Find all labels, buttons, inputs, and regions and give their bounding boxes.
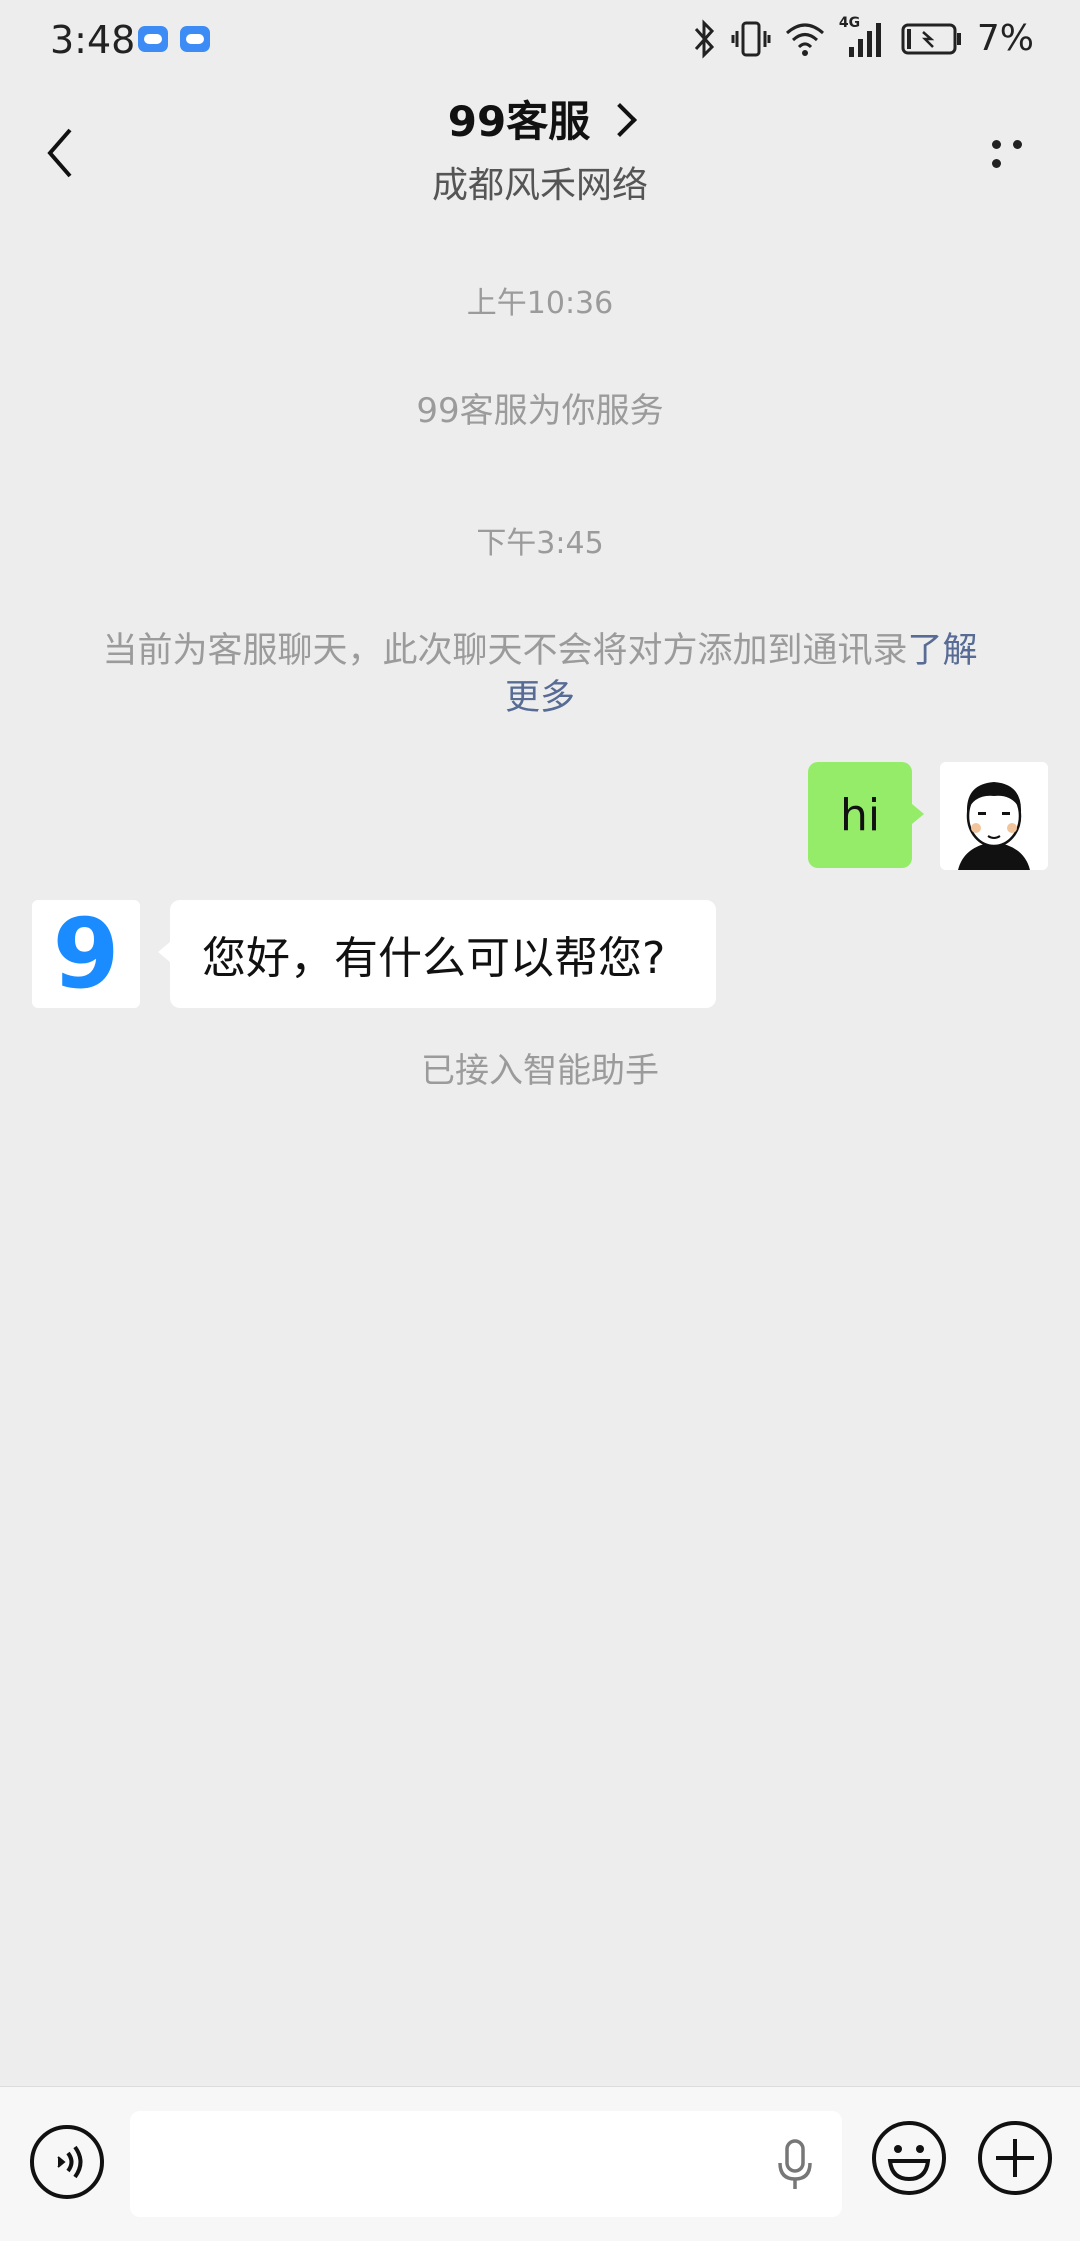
notice-text: 当前为客服聊天，此次聊天不会将对方添加到通讯录 bbox=[102, 631, 908, 671]
voice-icon[interactable] bbox=[28, 2123, 106, 2201]
signal-icon: 4G bbox=[839, 15, 887, 59]
assistant-notice: 已接入智能助手 bbox=[421, 1051, 659, 1091]
status-bar: 3:48 4G 7% bbox=[0, 0, 1080, 82]
more-icon[interactable] bbox=[986, 134, 1046, 174]
agent-avatar[interactable]: 9 bbox=[32, 900, 140, 1008]
input-bar bbox=[0, 2086, 1080, 2241]
timestamp: 下午3:45 bbox=[476, 526, 604, 561]
customer-service-notice: 当前为客服聊天，此次聊天不会将对方添加到通讯录了解更多 bbox=[88, 628, 992, 722]
outgoing-message-text: hi bbox=[839, 789, 881, 841]
chevron-right-icon bbox=[603, 103, 638, 137]
battery-icon bbox=[901, 23, 961, 54]
plus-icon[interactable] bbox=[976, 2119, 1054, 2197]
user-avatar[interactable] bbox=[940, 762, 1048, 870]
incoming-message-text: 您好，有什么可以帮您? bbox=[202, 933, 666, 984]
mic-icon[interactable] bbox=[774, 2137, 816, 2193]
chat-subtitle: 成都风禾网络 bbox=[431, 165, 648, 206]
wifi-icon bbox=[785, 23, 824, 56]
message-input[interactable] bbox=[130, 2111, 842, 2217]
emoji-icon[interactable] bbox=[870, 2119, 948, 2197]
service-notice: 99客服为你服务 bbox=[416, 391, 664, 431]
timestamp: 上午10:36 bbox=[466, 286, 614, 321]
cloud-icon bbox=[138, 26, 168, 52]
cloud-icon bbox=[180, 26, 210, 52]
chat-title[interactable]: 99客服 bbox=[0, 88, 1080, 149]
status-time: 3:48 bbox=[50, 18, 136, 62]
bluetooth-icon bbox=[694, 18, 714, 59]
chat-header: 99客服 成都风禾网络 bbox=[0, 82, 1080, 216]
outgoing-message[interactable]: hi bbox=[808, 762, 924, 868]
chat-title-text: 99客服 bbox=[447, 97, 591, 146]
battery-percent: 7% bbox=[976, 18, 1034, 59]
vibrate-icon bbox=[731, 21, 771, 56]
agent-avatar-glyph: 9 bbox=[52, 900, 120, 1008]
incoming-message[interactable]: 您好，有什么可以帮您? bbox=[158, 900, 716, 1008]
